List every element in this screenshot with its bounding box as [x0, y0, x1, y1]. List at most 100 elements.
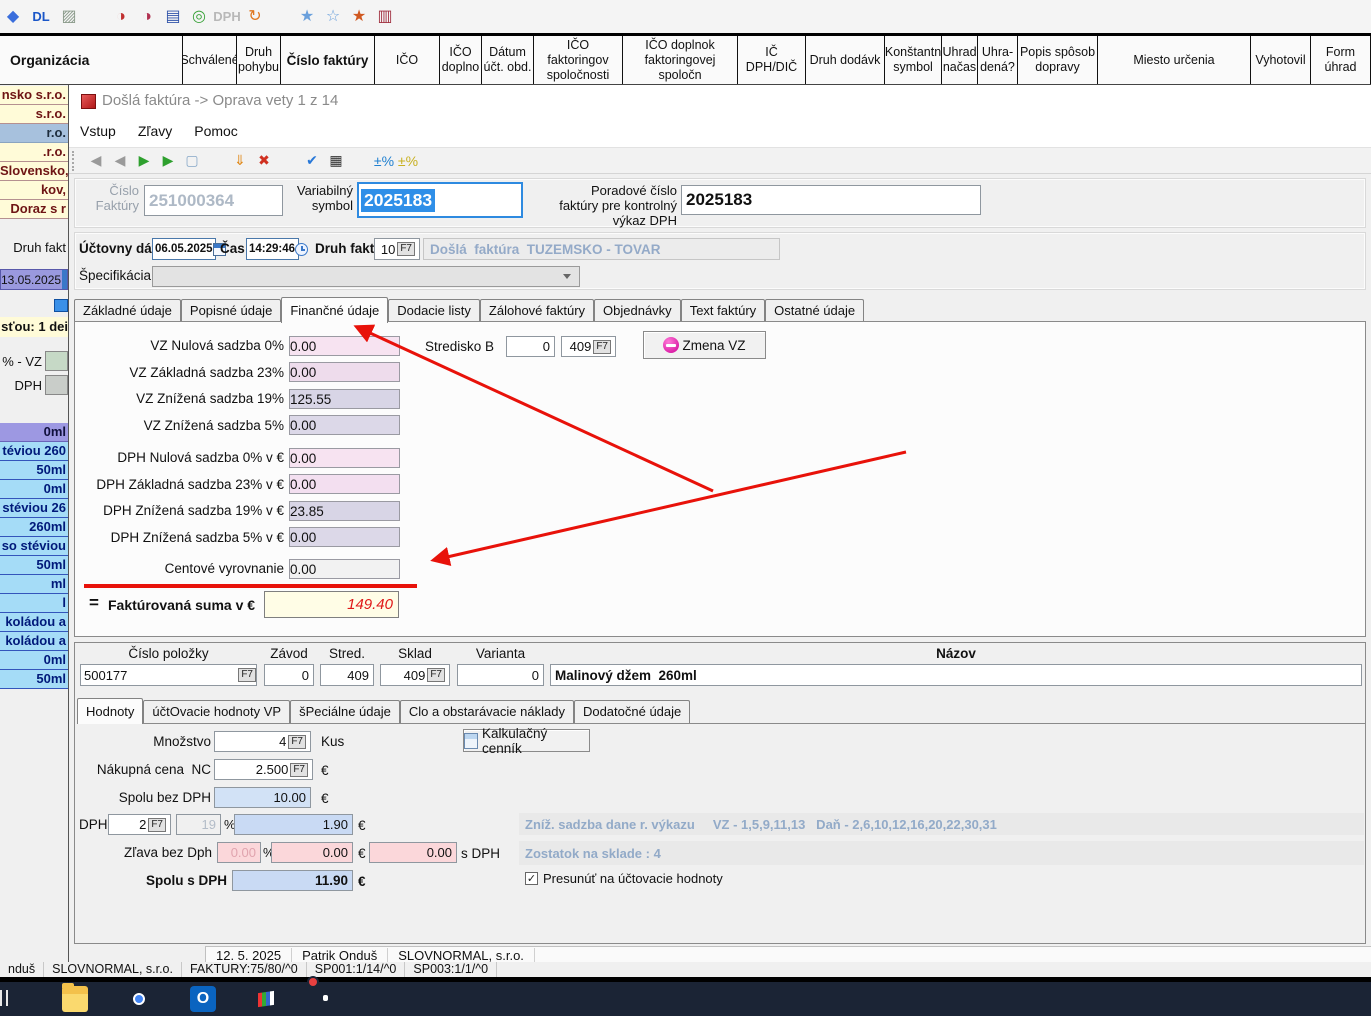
- grid-column-header[interactable]: Druh pohybu: [237, 36, 281, 84]
- invoice-number-field[interactable]: 251000364: [144, 185, 283, 216]
- product-row[interactable]: téviou 260: [0, 442, 68, 461]
- vz-field[interactable]: [45, 351, 68, 371]
- grid-column-header[interactable]: Konštantn symbol: [885, 36, 942, 84]
- menu-item[interactable]: Zľavy: [127, 121, 183, 141]
- product-row[interactable]: l: [0, 594, 68, 613]
- grid-column-header[interactable]: IČ DPH/DIČ: [738, 36, 806, 84]
- partial-taskbar-icon[interactable]: [0, 990, 2, 1006]
- f7-button[interactable]: F7: [593, 340, 611, 354]
- tab[interactable]: Základné údaje: [74, 299, 181, 322]
- plant-field[interactable]: 0: [264, 664, 314, 686]
- clock-icon[interactable]: [295, 243, 308, 256]
- grid-column-header[interactable]: IČO: [375, 36, 440, 84]
- specification-dropdown[interactable]: [152, 266, 580, 287]
- file-explorer-icon[interactable]: [62, 986, 88, 1012]
- spinning-top-icon[interactable]: ◆: [0, 4, 26, 30]
- dph-attach-icon[interactable]: ◎: [186, 4, 212, 30]
- tab[interactable]: Clo a obstarávacie náklady: [400, 700, 574, 723]
- org-row[interactable]: nsko s.r.o.: [0, 86, 68, 105]
- percent-blue-icon[interactable]: ±%: [372, 153, 396, 169]
- finance-row-field[interactable]: 0.00: [289, 336, 400, 356]
- finance-row-field[interactable]: 0.00: [289, 527, 400, 547]
- finance-row-field[interactable]: 0.00: [289, 415, 400, 435]
- item-name-field[interactable]: Malinový džem 260ml: [550, 664, 1362, 686]
- finance-row-field[interactable]: 0.00: [289, 362, 400, 382]
- cent-rounding-field[interactable]: 0.00: [289, 559, 400, 579]
- first-record-icon[interactable]: ◀: [84, 152, 108, 169]
- grid-column-header[interactable]: IČO doplnok faktoringovej spoločn: [623, 36, 738, 84]
- org-row[interactable]: s.r.o.: [0, 105, 68, 124]
- grid-column-header[interactable]: Form úhrad: [1311, 36, 1371, 84]
- product-row[interactable]: koládou a r: [0, 632, 68, 651]
- grid-column-header[interactable]: Dátum účt. obd.: [482, 36, 534, 84]
- transfer-checkbox[interactable]: ✓: [525, 872, 538, 885]
- center-field[interactable]: 409: [320, 664, 374, 686]
- dph-report-icon[interactable]: ◑: [108, 4, 134, 30]
- price-list-button[interactable]: Kalkulačný cenník: [463, 729, 590, 752]
- product-row[interactable]: ml: [0, 575, 68, 594]
- tab[interactable]: Hodnoty: [77, 698, 143, 724]
- new-page-icon[interactable]: ▢: [180, 152, 204, 169]
- grid-column-header[interactable]: Popis spôsob dopravy: [1018, 36, 1098, 84]
- grid-column-header[interactable]: Miesto určenia: [1098, 36, 1251, 84]
- grid-column-header[interactable]: IČO doplno: [440, 36, 482, 84]
- outlook-icon[interactable]: O: [190, 986, 216, 1012]
- product-row[interactable]: 0ml: [0, 651, 68, 670]
- finance-row-field[interactable]: 125.55: [289, 389, 400, 409]
- grid-column-header[interactable]: Schválené: [183, 36, 237, 84]
- tab[interactable]: Finančné údaje: [281, 297, 388, 323]
- variable-symbol-field[interactable]: 2025183: [357, 182, 523, 218]
- zmena-vz-button[interactable]: Zmena VZ: [643, 331, 766, 359]
- org-row[interactable]: Doraz s r o: [0, 200, 68, 219]
- control-statement-number-field[interactable]: 2025183: [681, 185, 981, 215]
- product-row[interactable]: 0ml: [0, 480, 68, 499]
- product-row[interactable]: 260ml: [0, 518, 68, 537]
- purchase-price-field[interactable]: 2.500 F7: [214, 759, 313, 780]
- sidebar-date-field[interactable]: 13.05.2025: [0, 269, 68, 290]
- grid-column-header[interactable]: Uhrad načas: [942, 36, 978, 84]
- tab[interactable]: Text faktúry: [681, 299, 765, 322]
- dph-ledger-icon[interactable]: ▤: [160, 4, 186, 30]
- image-icon[interactable]: ▨: [56, 4, 82, 30]
- vat-amount-field[interactable]: 1.90: [234, 814, 353, 835]
- dph-draft-icon[interactable]: DPH: [212, 4, 242, 30]
- tab[interactable]: šPeciálne údaje: [290, 700, 400, 723]
- grid-column-header[interactable]: Uhra- dená?: [978, 36, 1018, 84]
- star-blue-icon[interactable]: ★: [294, 4, 320, 30]
- confirm-icon[interactable]: ✔: [300, 152, 324, 169]
- next-record-icon[interactable]: ▶: [132, 152, 156, 169]
- f7-button[interactable]: F7: [397, 242, 415, 256]
- item-number-field[interactable]: 500177 F7: [80, 664, 257, 686]
- prev-record-icon[interactable]: ◀: [108, 152, 132, 169]
- save-down-icon[interactable]: ⇓: [228, 152, 252, 169]
- vat-code-field[interactable]: 2 F7: [108, 814, 171, 835]
- discount-with-vat-field[interactable]: 0.00: [369, 842, 457, 863]
- org-row[interactable]: kov, družst: [0, 181, 68, 200]
- product-row[interactable]: 50ml: [0, 670, 68, 689]
- grid-column-header[interactable]: IČO faktoringov spoločnosti: [534, 36, 623, 84]
- discount-amount-field[interactable]: 0.00: [271, 842, 353, 863]
- org-row[interactable]: .r.o.: [0, 143, 68, 162]
- partial-taskbar-icon[interactable]: [6, 990, 8, 1006]
- warehouse-field[interactable]: 409 F7: [380, 664, 450, 686]
- finance-row-field[interactable]: 0.00: [289, 448, 400, 468]
- tab[interactable]: Ostatné údaje: [765, 299, 864, 322]
- invoiced-total-field[interactable]: 149.40: [264, 591, 399, 618]
- dl-icon[interactable]: DL: [26, 4, 56, 30]
- dph-export-icon[interactable]: ◑: [134, 4, 160, 30]
- delete-icon[interactable]: ✖: [252, 152, 276, 169]
- grid-column-header[interactable]: Vyhotovil: [1251, 36, 1311, 84]
- star-flame-icon[interactable]: ★: [346, 4, 372, 30]
- grid-column-header[interactable]: Druh dodávk: [806, 36, 885, 84]
- stredisko-field-2[interactable]: 409 F7: [561, 336, 616, 357]
- accounting-date-field[interactable]: 06.05.2025: [152, 238, 216, 260]
- total-with-vat-field[interactable]: 11.90: [232, 870, 353, 891]
- product-row[interactable]: koládou a r: [0, 613, 68, 632]
- stredisko-field-1[interactable]: 0: [506, 336, 555, 357]
- product-row[interactable]: 0ml: [0, 423, 68, 442]
- f7-button[interactable]: F7: [148, 818, 166, 832]
- dph-field[interactable]: [45, 375, 68, 395]
- menu-item[interactable]: Pomoc: [183, 121, 249, 141]
- tab[interactable]: Zálohové faktúry: [480, 299, 594, 322]
- finance-row-field[interactable]: 23.85: [289, 501, 400, 521]
